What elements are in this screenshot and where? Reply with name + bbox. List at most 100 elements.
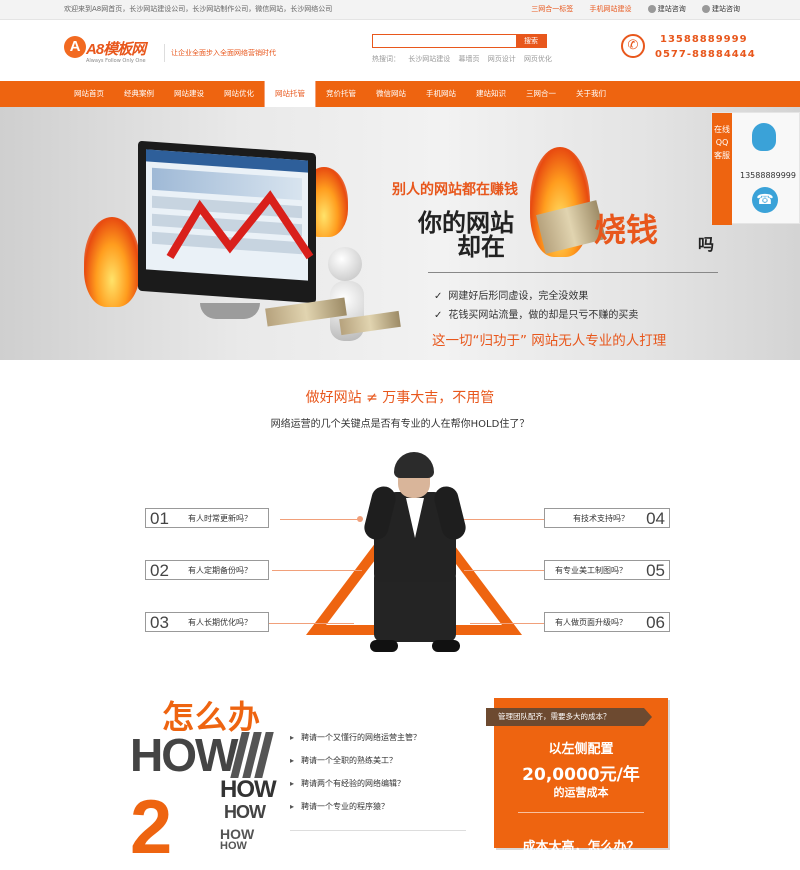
hot-word[interactable]: 网页设计	[488, 55, 516, 63]
list-item: 聘请一个全职的熟练美工？	[290, 755, 421, 778]
hot-label: 热搜词：	[372, 55, 400, 63]
nav-item-wechat[interactable]: 微信网站	[366, 81, 416, 107]
top-links: 三网合一标签 手机网站建设 建站咨询 建站咨询	[517, 4, 740, 14]
search-box: 搜索	[372, 34, 547, 48]
how-text: HOW	[220, 776, 277, 803]
float-phone-number: 13588889999	[740, 171, 796, 180]
hot-word[interactable]: 幕墙页	[458, 55, 479, 63]
banner-highlight: 烧钱	[594, 211, 659, 249]
banner-tail: 吗	[698, 235, 715, 254]
question-text: 有人定期备份吗？	[188, 566, 252, 575]
nav-item-home[interactable]: 网站首页	[64, 81, 114, 107]
cost-amount: 20,0000元/年	[522, 765, 640, 785]
nav-item-three-in-one[interactable]: 三网合一	[516, 81, 566, 107]
hero-banner[interactable]: 别人的网站都在赚钱 你的网站 却在 烧钱 吗 ✓ 网建好后形同虚设，完全没效果 ✓…	[0, 107, 800, 360]
question-text: 有技术支持吗？	[573, 514, 629, 523]
qq-penguin-icon[interactable]	[752, 123, 776, 151]
telephone-icon[interactable]: ☎	[752, 187, 778, 213]
fire-graphic	[84, 217, 140, 307]
search-button[interactable]: 搜索	[516, 35, 546, 47]
main-nav: 网站首页 经典案例 网站建设 网站优化 网站托管 竞价托管 微信网站 手机网站 …	[0, 81, 800, 107]
nav-item-bidding[interactable]: 竞价托管	[316, 81, 366, 107]
question-text: 有人时常更新吗？	[188, 514, 252, 523]
user-icon	[702, 5, 710, 13]
connector-line	[272, 570, 362, 571]
check-icon: ✓	[434, 291, 443, 302]
cost-question: 成本太高，怎么办？	[522, 840, 640, 855]
question-number: 03	[150, 613, 169, 632]
banner-line1: 别人的网站都在赚钱	[392, 182, 518, 198]
cost-divider	[518, 812, 644, 813]
question-text: 有人长期优化吗？	[188, 618, 252, 627]
question-box: 有人做页面升级吗？ 06	[544, 612, 670, 632]
how-text: HOW	[220, 840, 247, 852]
nav-item-knowledge[interactable]: 建站知识	[466, 81, 516, 107]
hot-word[interactable]: 网页优化	[524, 55, 552, 63]
question-box: 01 有人时常更新吗？	[145, 508, 269, 528]
search-input[interactable]	[373, 35, 517, 47]
phone-icon: ✆	[621, 34, 645, 58]
cost-badge: 管理团队配齐，需要多大的成本？	[486, 708, 652, 726]
floating-contact-panel: 在线QQ客服 13588889999 ☎	[711, 112, 800, 225]
top-bar: 欢迎来到A8网首页，长沙网站建设公司，长沙网站制作公司，微信网站，长沙网络公司 …	[0, 0, 800, 20]
site-logo[interactable]: A A8模板网 Always Follow Only One	[64, 36, 156, 66]
logo-name: A8模板网	[86, 41, 146, 58]
question-text: 有专业美工制图吗？	[555, 566, 627, 575]
question-number: 02	[150, 561, 169, 580]
list-item: 聘请一个又懂行的网络运营主管？	[290, 732, 421, 755]
nav-item-cases[interactable]: 经典案例	[114, 81, 164, 107]
divider	[290, 830, 466, 831]
banner-bullet: ✓ 网建好后形同虚设，完全没效果	[434, 291, 589, 302]
section-title: 做好网站 ≠ 万事大吉，不用管	[305, 390, 495, 406]
question-number: 04	[646, 509, 665, 528]
list-item: 聘请两个有经验的网络编辑？	[290, 778, 421, 801]
question-box: 有专业美工制图吗？ 05	[544, 560, 670, 580]
question-text: 有人做页面升级吗？	[555, 618, 627, 627]
section-subtitle: 网络运营的几个关键点是否有专业的人在帮你HOLD住了？	[270, 419, 530, 430]
question-number: 06	[646, 613, 665, 632]
hot-word[interactable]: 长沙网站建设	[408, 55, 450, 63]
nav-item-about[interactable]: 关于我们	[566, 81, 616, 107]
how-text: HOW	[130, 729, 238, 781]
nav-item-hosting[interactable]: 网站托管	[264, 81, 316, 107]
top-link-consult-1[interactable]: 建站咨询	[647, 5, 686, 13]
cost-line3: 的运营成本	[553, 786, 609, 799]
nav-item-seo[interactable]: 网站优化	[214, 81, 264, 107]
slash-decoration	[230, 732, 274, 778]
hot-words: 热搜词： 长沙网站建设 幕墙页 网页设计 网页优化	[372, 54, 558, 64]
question-number: 01	[150, 509, 169, 528]
connector-line	[280, 519, 360, 520]
welcome-text: 欢迎来到A8网首页，长沙网站建设公司，长沙网站制作公司，微信网站，长沙网络公司	[64, 5, 333, 13]
cost-line1: 以左侧配置	[548, 742, 614, 757]
question-box: 02 有人定期备份吗？	[145, 560, 269, 580]
check-icon: ✓	[434, 310, 443, 321]
nav-item-build[interactable]: 网站建设	[164, 81, 214, 107]
nav-item-mobile[interactable]: 手机网站	[416, 81, 466, 107]
phone-number-landline: 0577-88884444	[655, 49, 756, 60]
phone-number-mobile: 13588889999	[660, 34, 748, 45]
banner-bullet: ✓ 花钱买网站流量，做的却是只亏不赚的买卖	[434, 310, 639, 321]
logo-subtitle: Always Follow Only One	[86, 58, 146, 64]
banner-slogan: 这一切“归功于” 网站无人专业的人打理	[432, 333, 667, 349]
cost-panel: 管理团队配齐，需要多大的成本？ 以左侧配置 20,0000元/年 的运营成本 成…	[486, 698, 668, 855]
businessman-illustration	[360, 452, 470, 660]
top-link-consult-2[interactable]: 建站咨询	[702, 5, 740, 13]
connector-line	[464, 570, 544, 571]
question-box: 03 有人长期优化吗？	[145, 612, 269, 632]
header-slogan: 让企业全面步入全面网络营销时代	[164, 44, 276, 62]
list-item: 聘请一个专业的程序猿？	[290, 801, 421, 824]
options-list: 聘请一个又懂行的网络运营主管？ 聘请一个全职的熟练美工？ 聘请两个有经验的网络编…	[290, 732, 421, 824]
site-header: A A8模板网 Always Follow Only One 让企业全面步入全面…	[0, 20, 800, 80]
top-link-mobile[interactable]: 手机网站建设	[590, 5, 632, 13]
connector-line	[470, 623, 544, 624]
banner-divider	[428, 272, 718, 273]
question-box: 有技术支持吗？ 04	[544, 508, 670, 528]
online-service-tab[interactable]: 在线QQ客服	[712, 113, 732, 225]
connector-line	[268, 623, 354, 624]
logo-mark: A	[64, 36, 86, 58]
top-link-sanwang[interactable]: 三网合一标签	[531, 5, 573, 13]
monitor-stand	[200, 303, 260, 319]
how-text: HOW	[224, 802, 266, 822]
user-icon	[647, 5, 656, 13]
big-number: 2	[130, 785, 173, 870]
